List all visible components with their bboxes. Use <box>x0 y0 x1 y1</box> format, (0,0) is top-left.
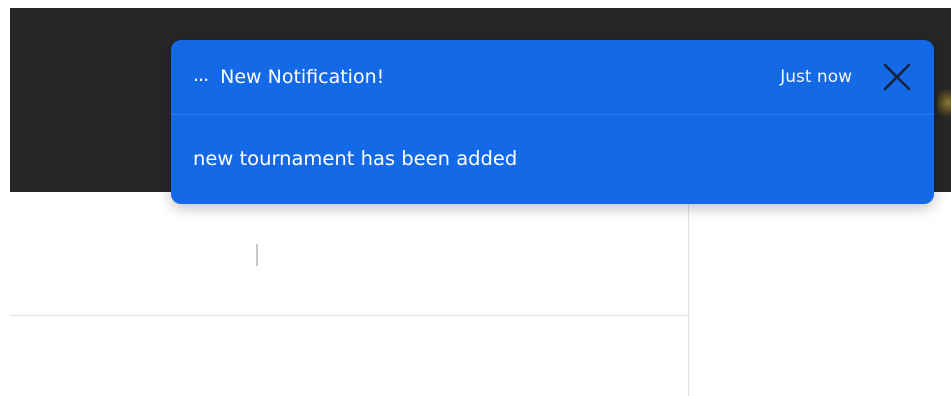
notification-toast: ... New Notification! Just now new tourn… <box>171 40 934 204</box>
toast-body: new tournament has been added <box>171 115 934 170</box>
toast-message: new tournament has been added <box>193 147 518 170</box>
toast-header: ... New Notification! Just now <box>171 40 934 115</box>
panel-divider <box>10 315 688 316</box>
text-cursor <box>256 244 258 266</box>
toast-dots: ... <box>193 64 209 86</box>
page: ... New Notification! Just now new tourn… <box>0 0 951 396</box>
close-icon[interactable] <box>882 62 912 92</box>
content-panel <box>10 192 689 396</box>
avatar[interactable] <box>937 88 951 118</box>
toast-title: New Notification! <box>220 66 385 88</box>
close-icon-glyph <box>883 63 911 91</box>
toast-timestamp: Just now <box>780 67 852 87</box>
